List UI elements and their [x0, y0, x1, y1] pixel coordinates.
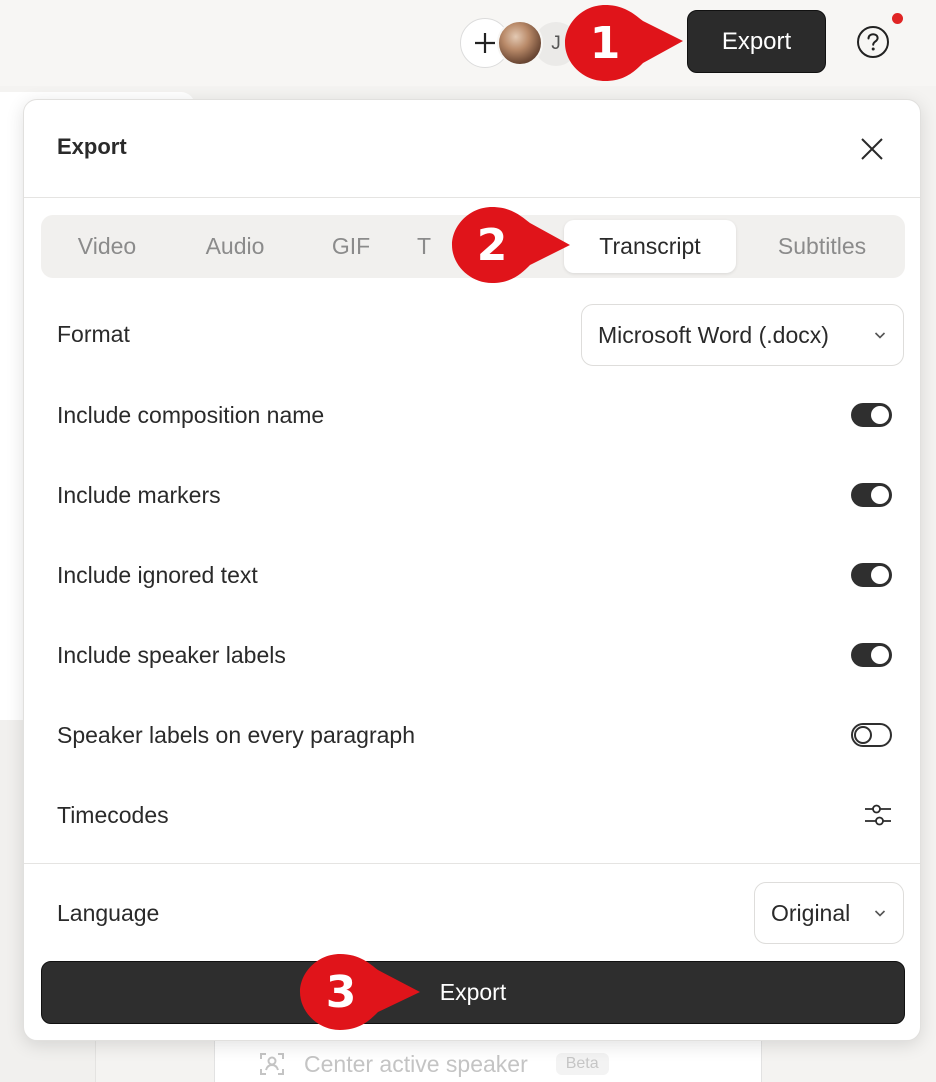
export-top-label: Export: [721, 27, 792, 55]
tab-truncated-label: T: [417, 233, 432, 259]
speaker-labels-every-paragraph-toggle[interactable]: [851, 723, 892, 747]
callout-number: 1: [589, 17, 621, 69]
option-label: Include speaker labels: [57, 641, 286, 668]
timecodes-settings-button[interactable]: [862, 799, 894, 831]
tab-video[interactable]: Video: [55, 220, 159, 273]
callout-1: 1: [563, 1, 685, 85]
tab-transcript[interactable]: Transcript: [564, 220, 736, 273]
export-submit-label: Export: [439, 979, 507, 1005]
chevron-down-icon: [874, 332, 886, 339]
tab-gif-label: GIF: [331, 233, 371, 259]
help-button[interactable]: [855, 24, 891, 60]
top-bar: J Export: [0, 0, 936, 86]
header-divider: [24, 197, 920, 198]
tab-transcript-label: Transcript: [599, 233, 701, 259]
format-value: Microsoft Word (.docx): [598, 321, 829, 348]
notification-dot: [892, 13, 903, 24]
close-icon: [861, 138, 883, 160]
option-row-markers: Include markers: [57, 475, 892, 515]
tab-audio[interactable]: Audio: [183, 220, 287, 273]
callout-2: 2: [450, 203, 572, 287]
option-label: Include ignored text: [57, 561, 258, 588]
format-label: Format: [57, 320, 130, 347]
option-row-ignored-text: Include ignored text: [57, 555, 892, 595]
option-label: Include composition name: [57, 401, 325, 428]
question-circle-icon: [857, 26, 889, 58]
option-label: Speaker labels on every paragraph: [57, 721, 416, 748]
chevron-down-icon: [874, 910, 886, 917]
callout-number: 3: [325, 966, 357, 1018]
beta-badge: Beta: [555, 1053, 609, 1075]
include-markers-toggle[interactable]: [851, 483, 892, 507]
user-avatar[interactable]: [497, 20, 543, 66]
export-submit-button[interactable]: Export: [41, 961, 905, 1024]
format-select[interactable]: Microsoft Word (.docx): [581, 304, 904, 366]
tab-subtitles-label: Subtitles: [777, 233, 867, 259]
option-row-speaker-labels-every-paragraph: Speaker labels on every paragraph: [57, 715, 892, 755]
include-composition-name-toggle[interactable]: [851, 403, 892, 427]
tab-video-label: Video: [77, 233, 137, 259]
center-active-speaker-label: Center active speaker: [304, 1050, 528, 1077]
plus-icon: [475, 33, 495, 53]
option-row-composition-name: Include composition name: [57, 395, 892, 435]
language-select[interactable]: Original: [754, 882, 904, 944]
sliders-icon: [865, 804, 891, 826]
option-label: Include markers: [57, 481, 221, 508]
language-divider: [24, 863, 920, 864]
center-active-speaker-item[interactable]: Center active speaker Beta: [258, 1048, 609, 1080]
tab-audio-label: Audio: [205, 233, 265, 259]
tab-gif[interactable]: GIF: [311, 220, 391, 273]
language-label: Language: [57, 899, 160, 926]
avatar-initial-label: J: [551, 33, 561, 54]
include-ignored-text-toggle[interactable]: [851, 563, 892, 587]
timecodes-row: Timecodes: [57, 795, 892, 835]
speaker-focus-icon: [260, 1053, 284, 1075]
language-value: Original: [771, 899, 851, 926]
dialog-title: Export: [57, 134, 127, 159]
timecodes-label: Timecodes: [57, 801, 169, 828]
include-speaker-labels-toggle[interactable]: [851, 643, 892, 667]
close-button[interactable]: [856, 133, 888, 165]
export-top-button[interactable]: Export: [687, 10, 826, 73]
option-row-speaker-labels: Include speaker labels: [57, 635, 892, 675]
tab-subtitles[interactable]: Subtitles: [753, 220, 891, 273]
callout-3: 3: [298, 950, 422, 1034]
callout-number: 2: [476, 219, 508, 271]
